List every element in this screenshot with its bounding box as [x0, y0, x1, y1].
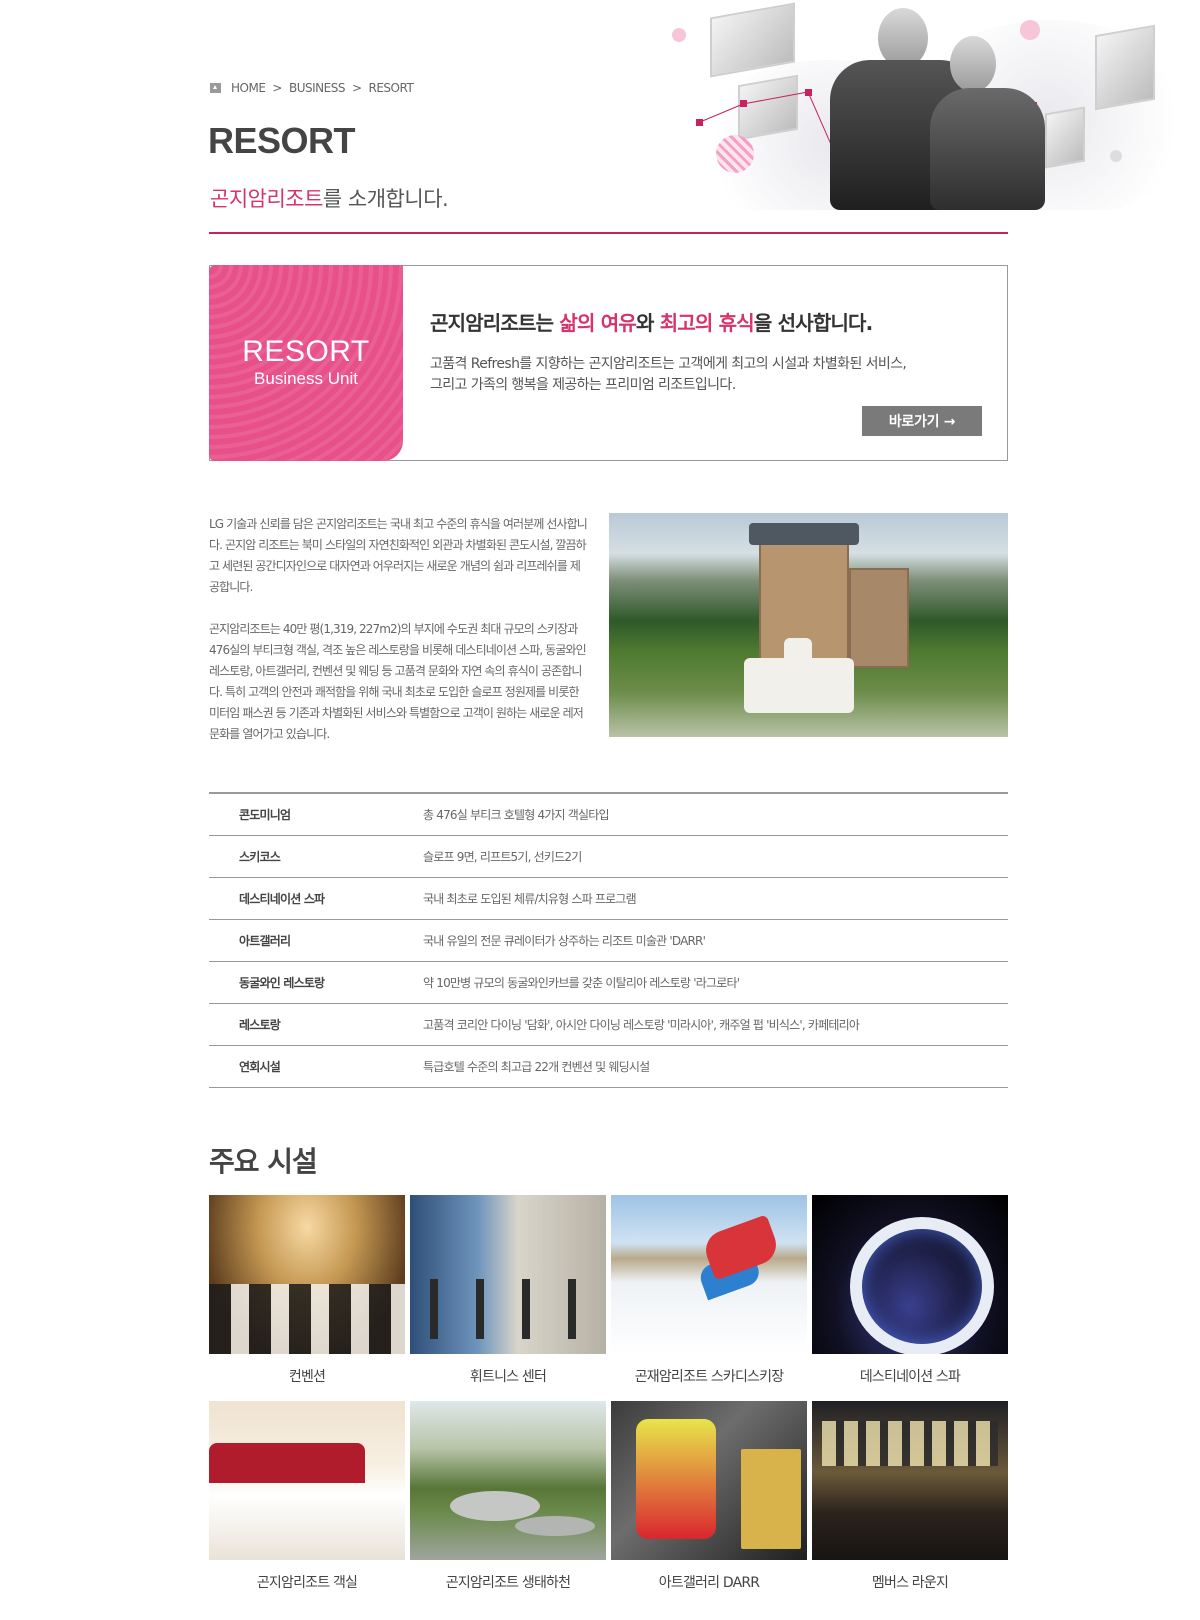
facility-card[interactable]: 곤지암리조트 객실 [209, 1401, 405, 1592]
table-row: 데스티네이션 스파 국내 최초로 도입된 체류/치유형 스파 프로그램 [209, 878, 1008, 920]
row-label: 데스티네이션 스파 [239, 892, 325, 906]
badge-title: RESORT [242, 335, 370, 368]
subtitle-highlight: 곤지암리조트 [210, 187, 323, 211]
facility-caption: 아트갤러리 DARR [658, 1575, 760, 1591]
row-value: 슬로프 9면, 리프트5기, 선키드2기 [423, 850, 582, 864]
breadcrumb-separator: > [351, 81, 362, 95]
description-paragraph: 곤지암리조트는 40만 평(1,319, 227m2)의 부지에 수도권 최대 … [209, 622, 587, 741]
headline-text: 와 [635, 311, 660, 335]
facility-caption: 곤재암리조트 스카디스키장 [634, 1369, 784, 1385]
row-value: 약 10만병 규모의 동굴와인카브를 갖춘 이탈리아 레스토랑 '라그로타' [423, 976, 740, 990]
convention-photo[interactable] [209, 1195, 405, 1354]
intro-line: 그리고 가족의 행복을 제공하는 프리미엄 리조트입니다. [430, 377, 736, 393]
breadcrumb: HOME > BUSINESS > RESORT [210, 81, 414, 95]
spa-photo[interactable] [812, 1195, 1008, 1354]
facility-card[interactable]: 컨벤션 [209, 1195, 405, 1386]
ski-photo[interactable] [611, 1195, 807, 1354]
home-icon[interactable] [210, 83, 221, 93]
facility-caption: 컨벤션 [288, 1369, 326, 1385]
intro-description: 고품격 Refresh를 지향하는 곤지암리조트는 고객에게 최고의 시설과 차… [430, 354, 907, 396]
go-to-site-button[interactable]: 바로가기 → [862, 406, 982, 436]
facility-card[interactable]: 아트갤러리 DARR [611, 1401, 807, 1592]
fitness-photo[interactable] [410, 1195, 606, 1354]
info-table: 콘도미니엄 총 476실 부티크 호텔형 4가지 객실타입 스키코스 슬로프 9면,… [209, 792, 1008, 1088]
facility-caption: 멤버스 라운지 [871, 1575, 949, 1591]
facility-card[interactable]: 휘트니스 센터 [410, 1195, 606, 1386]
badge-subtitle: Business Unit [254, 369, 358, 388]
row-value: 고품격 코리안 다이닝 '담화', 아시안 다이닝 레스토랑 '미라시아', 캐… [423, 1018, 860, 1032]
headline-text: 곤지암리조트는 [430, 311, 560, 335]
lounge-photo[interactable] [812, 1401, 1008, 1560]
facility-card[interactable]: 곤지암리조트 생태하천 [410, 1401, 606, 1592]
breadcrumb-resort[interactable]: RESORT [369, 81, 414, 95]
table-row: 연회시설 특급호텔 수준의 최고급 22개 컨벤션 및 웨딩시설 [209, 1046, 1008, 1088]
room-photo[interactable] [209, 1401, 405, 1560]
title-divider [209, 232, 1008, 234]
facility-caption: 데스티네이션 스파 [859, 1369, 961, 1385]
row-value: 국내 최초로 도입된 체류/치유형 스파 프로그램 [423, 892, 637, 906]
row-label: 연회시설 [239, 1060, 281, 1074]
row-label: 동굴와인 레스토랑 [239, 976, 325, 990]
business-unit-badge: RESORT Business Unit [209, 265, 403, 461]
row-label: 콘도미니엄 [239, 808, 291, 822]
facilities-title: 주요 시설 [209, 1145, 318, 1178]
description-paragraph: LG 기술과 신뢰를 담은 곤지암리조트는 국내 최고 수준의 휴식을 여러분께… [209, 517, 588, 594]
subtitle-text: 를 소개합니다. [322, 187, 449, 211]
row-value: 국내 유일의 전문 큐레이터가 상주하는 리조트 미술관 'DARR' [423, 934, 706, 948]
facility-card[interactable]: 멤버스 라운지 [812, 1401, 1008, 1592]
hero-illustration [650, 0, 1200, 210]
breadcrumb-separator: > [272, 81, 282, 95]
facility-caption: 곤지암리조트 생태하천 [445, 1575, 571, 1591]
headline-highlight: 최고의 휴식 [659, 311, 755, 335]
intro-headline: 곤지암리조트는 삶의 여유와 최고의 휴식을 선사합니다. [430, 307, 873, 336]
stream-photo[interactable] [410, 1401, 606, 1560]
row-label: 아트갤러리 [239, 934, 291, 948]
page-title: RESORT [208, 120, 356, 161]
table-row: 콘도미니엄 총 476실 부티크 호텔형 4가지 객실타입 [209, 794, 1008, 836]
row-value: 특급호텔 수준의 최고급 22개 컨벤션 및 웨딩시설 [423, 1060, 650, 1074]
resort-description: LG 기술과 신뢰를 담은 곤지암리조트는 국내 최고 수준의 휴식을 여러분께… [209, 514, 589, 745]
facility-card[interactable]: 데스티네이션 스파 [812, 1195, 1008, 1386]
headline-text: 을 선사합니다. [753, 311, 873, 335]
gallery-photo[interactable] [611, 1401, 807, 1560]
headline-highlight: 삶의 여유 [559, 311, 636, 335]
row-label: 스키코스 [239, 850, 281, 864]
intro-box: RESORT Business Unit 곤지암리조트는 삶의 여유와 최고의 … [209, 265, 1008, 461]
table-row: 스키코스 슬로프 9면, 리프트5기, 선키드2기 [209, 836, 1008, 878]
facility-caption: 곤지암리조트 객실 [256, 1575, 358, 1591]
row-label: 레스토랑 [239, 1018, 281, 1032]
table-row: 동굴와인 레스토랑 약 10만병 규모의 동굴와인카브를 갖춘 이탈리아 레스토랑… [209, 962, 1008, 1004]
table-row: 아트갤러리 국내 유일의 전문 큐레이터가 상주하는 리조트 미술관 'DARR' [209, 920, 1008, 962]
breadcrumb-home[interactable]: HOME [231, 81, 266, 95]
facility-caption: 휘트니스 센터 [469, 1369, 547, 1385]
page-subtitle: 곤지암리조트를 소개합니다. [210, 183, 449, 213]
table-row: 레스토랑 고품격 코리안 다이닝 '담화', 아시안 다이닝 레스토랑 '미라시아… [209, 1004, 1008, 1046]
facility-card[interactable]: 곤재암리조트 스카디스키장 [611, 1195, 807, 1386]
intro-line: 고품격 Refresh를 지향하는 곤지암리조트는 고객에게 최고의 시설과 차… [430, 356, 907, 372]
row-value: 총 476실 부티크 호텔형 4가지 객실타입 [423, 808, 610, 822]
breadcrumb-business[interactable]: BUSINESS [289, 81, 345, 95]
resort-photo [609, 513, 1008, 737]
